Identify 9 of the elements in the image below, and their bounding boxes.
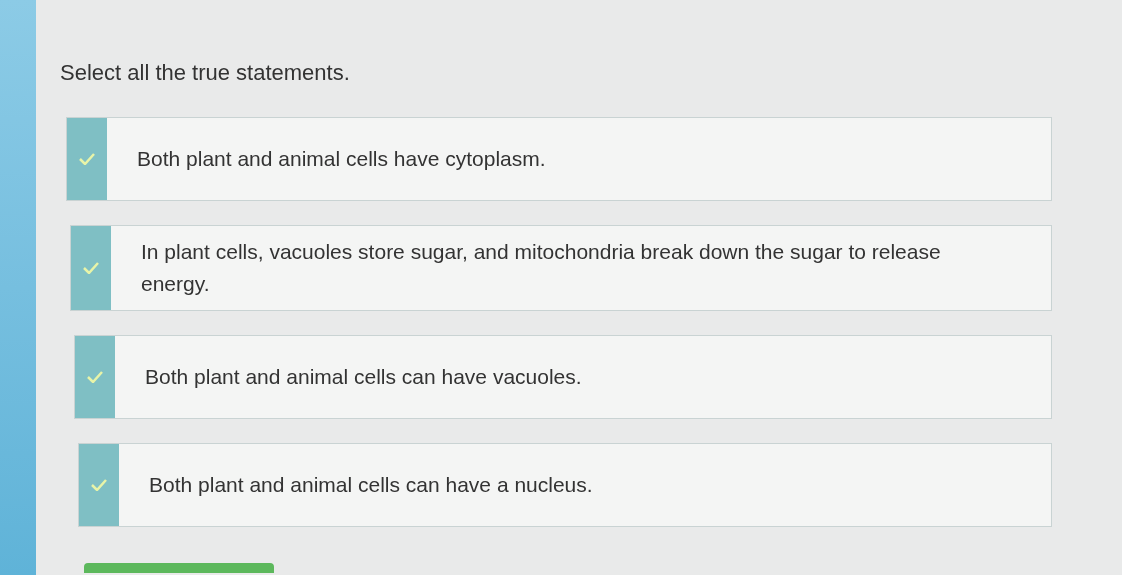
answer-option[interactable]: Both plant and animal cells can have a nucleus. (78, 443, 1052, 527)
option-text: In plant cells, vacuoles store sugar, and mitochondria break down the sugar to release energy. (141, 239, 942, 297)
answer-option[interactable]: In plant cells, vacuoles store sugar, and mitochondria break down the sugar to release energy. (70, 225, 1052, 311)
question-prompt: Select all the true statements. (60, 59, 351, 87)
option-text: Both plant and animal cells can have a nucleus. (149, 472, 593, 498)
answer-option[interactable]: Both plant and animal cells can have vacuoles. (74, 335, 1052, 419)
option-text: Both plant and animal cells have cytoplasm. (137, 146, 546, 172)
option-text: Both plant and animal cells can have vacuoles. (145, 364, 582, 390)
answer-option[interactable]: Both plant and animal cells have cytoplasm. (66, 117, 1052, 201)
